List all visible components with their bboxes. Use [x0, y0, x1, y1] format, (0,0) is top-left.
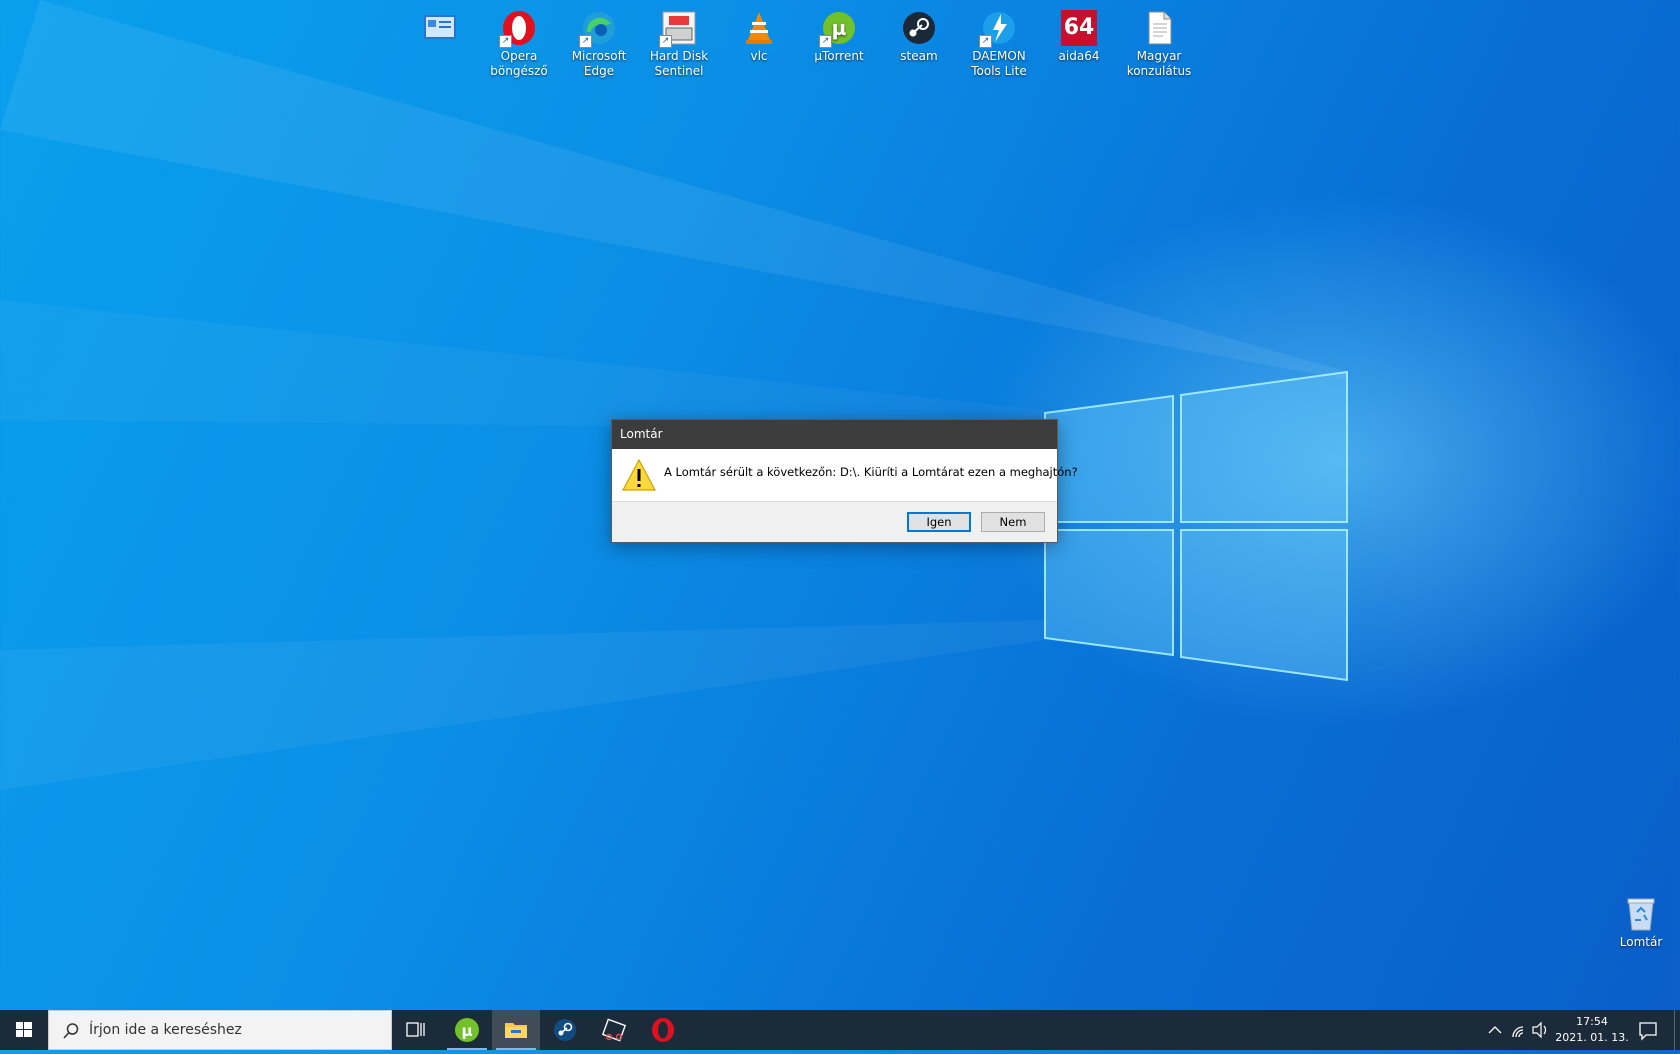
svg-text:µ: µ: [832, 16, 847, 40]
shortcut-arrow-icon: ↗: [579, 35, 592, 48]
taskbar-app-steam[interactable]: [541, 1010, 589, 1050]
desktop-icon-label: µTorrent: [814, 49, 864, 63]
shortcut-arrow-icon: ↗: [979, 35, 992, 48]
utorrent-icon: µ ↗: [819, 10, 857, 48]
shortcut-arrow-icon: ↗: [499, 35, 512, 48]
start-button[interactable]: [0, 1010, 48, 1050]
desktop-icon-label: Hard Disk Sentinel: [649, 49, 709, 78]
desktop-icon-daemon-tools[interactable]: ↗ DAEMON Tools Lite: [962, 6, 1036, 79]
dialog-title: Lomtár: [620, 427, 663, 441]
desktop-icon-label: aida64: [1058, 49, 1100, 63]
taskbar-app-utorrent[interactable]: µ: [443, 1010, 491, 1050]
opera-icon: ↗: [499, 10, 537, 48]
taskbar-app-opera[interactable]: [639, 1010, 687, 1050]
dialog-body: A Lomtár sérült a következőn: D:\. Kiürí…: [612, 449, 1078, 501]
clock-date: 2021. 01. 13.: [1555, 1031, 1629, 1044]
show-desktop-button[interactable]: [1674, 1010, 1680, 1050]
steam-icon: [554, 1019, 576, 1041]
steam-icon: [901, 10, 937, 46]
desktop-icon-document[interactable]: Magyar konzulátus: [1122, 6, 1196, 79]
recycle-bin-icon: [1625, 896, 1657, 932]
vlc-icon: [741, 10, 777, 46]
desktop-icon-opera[interactable]: ↗ Opera böngésző: [482, 6, 556, 79]
opera-icon: [652, 1018, 674, 1042]
windows-logo-wallpaper: [1044, 370, 1348, 682]
shortcut-arrow-icon: ↗: [819, 35, 832, 48]
shortcut-arrow-icon: ↗: [659, 35, 672, 48]
desktop-icon-label: Magyar konzulátus: [1126, 49, 1192, 78]
taskbar-clock[interactable]: 17:54 2021. 01. 13.: [1546, 1014, 1638, 1046]
daemon-tools-icon: ↗: [979, 10, 1017, 48]
desktop-icon-label: DAEMON Tools Lite: [971, 49, 1027, 78]
desktop-icon-vlc[interactable]: vlc: [722, 6, 796, 64]
utorrent-icon: µ: [455, 1018, 479, 1042]
snipping-tool-icon: [601, 1018, 627, 1042]
aida64-badge: 64: [1063, 15, 1095, 40]
dialog-message: A Lomtár sérült a következőn: D:\. Kiürí…: [664, 465, 1078, 479]
search-box[interactable]: Írjon ide a kereséshez: [48, 1010, 392, 1050]
desktop-icon-label: steam: [900, 49, 938, 63]
yes-button[interactable]: Igen: [907, 512, 971, 532]
desktop-icon-edge[interactable]: ↗ Microsoft Edge: [562, 6, 636, 79]
clock-time: 17:54: [1576, 1015, 1608, 1028]
taskbar-app-file-explorer[interactable]: [492, 1010, 540, 1050]
recycle-bin-dialog: Lomtár A Lomtár sérült a következőn: D:\…: [611, 419, 1078, 543]
edge-icon: ↗: [579, 10, 617, 48]
file-explorer-icon: [505, 1023, 527, 1038]
desktop-icon-utorrent[interactable]: µ ↗ µTorrent: [802, 6, 876, 64]
no-button[interactable]: Nem: [981, 512, 1045, 532]
desktop-icon-label: vlc: [750, 49, 768, 63]
warning-icon: [622, 458, 656, 491]
desktop-icon-hdsentinel[interactable]: ↗ Hard Disk Sentinel: [642, 6, 716, 79]
document-icon: [1141, 10, 1177, 46]
control-panel-icon: [422, 10, 458, 46]
search-icon: [63, 1023, 79, 1039]
dialog-titlebar[interactable]: Lomtár: [612, 420, 1057, 449]
taskbar-app-snipping-tool[interactable]: [590, 1010, 638, 1050]
svg-text:µ: µ: [461, 1022, 472, 1040]
notification-icon: [1639, 1022, 1657, 1041]
desktop-icon-label: Opera böngésző: [490, 49, 548, 78]
desktop-icon-label: Microsoft Edge: [571, 49, 627, 78]
action-center-button[interactable]: [1630, 1010, 1666, 1050]
hdsentinel-icon: ↗: [659, 10, 697, 48]
task-view-icon: [406, 1022, 425, 1037]
aida64-icon: 64: [1061, 10, 1097, 46]
taskbar: Írjon ide a kereséshez µ 17:54 2021. 01.…: [0, 1010, 1680, 1050]
recycle-bin-label: Lomtár: [1619, 935, 1663, 949]
dialog-footer: Igen Nem: [612, 501, 1057, 542]
desktop-icon-steam[interactable]: steam: [882, 6, 956, 64]
desktop-icon-aida64[interactable]: 64 aida64: [1042, 6, 1116, 64]
task-view-button[interactable]: [392, 1010, 440, 1050]
windows-start-icon: [16, 1022, 32, 1037]
desktop-icon-recycle-bin[interactable]: Lomtár: [1618, 896, 1664, 949]
search-placeholder: Írjon ide a kereséshez: [89, 1022, 242, 1038]
desktop-icon-control-panel[interactable]: [403, 6, 477, 49]
